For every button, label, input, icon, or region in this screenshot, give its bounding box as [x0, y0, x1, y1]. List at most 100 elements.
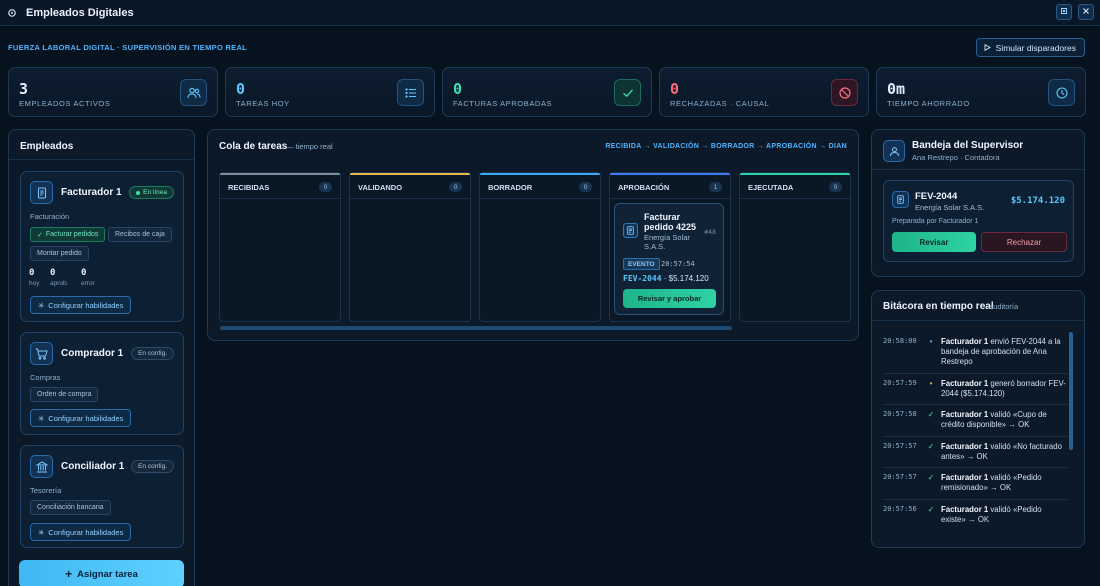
assign-task-button[interactable]: + Asignar tarea [19, 560, 184, 586]
skill-chip-facturar-pedidos[interactable]: ✓ Facturar pedidos [30, 227, 106, 242]
column-count: 0 [449, 182, 462, 192]
users-icon [180, 79, 207, 106]
task-number: #48 [704, 228, 716, 236]
close-button[interactable] [1078, 4, 1094, 20]
configure-skills-button[interactable]: ✳ Configurar habilidades [30, 523, 132, 541]
skill-chip-orden-de-compra[interactable]: Orden de compra [30, 387, 99, 402]
employee-department: Compras [30, 373, 61, 382]
column-color-bar [220, 173, 340, 175]
divider [350, 198, 470, 199]
stat-value: 0m [887, 80, 906, 98]
log-time: 20:57:59 [883, 379, 917, 387]
counter-label: error [81, 280, 95, 287]
log-entry: 20:57:59 • Facturador 1 generó borrador … [883, 379, 1068, 405]
task-queue-title: Cola de tareas [219, 141, 288, 152]
log-time: 20:58:00 [883, 337, 917, 345]
employee-department: Tesorería [30, 486, 62, 495]
employee-name: Facturador 1 [61, 187, 122, 198]
divider [883, 373, 1068, 374]
audit-log-subtitle: auditoría [989, 302, 1019, 311]
stat-label: RECHAZADAS · CAUSAL [670, 99, 770, 108]
skill-chip-conciliacion-bancaria[interactable]: Conciliación bancaria [30, 500, 111, 515]
maximize-button[interactable] [1056, 4, 1072, 20]
log-actor: Facturador 1 [941, 442, 989, 451]
configure-skills-label: Configurar habilidades [48, 413, 124, 423]
employee-card-facturador[interactable]: Facturador 1 En línea Facturación ✓ Factu… [20, 171, 184, 322]
divider [872, 320, 1084, 321]
task-queue-subtitle: — tiempo real [286, 142, 333, 151]
task-time: 20:57:54 [661, 260, 695, 268]
counter-value: 0 [29, 268, 35, 278]
dot-icon: • [929, 337, 933, 346]
column-ejecutada: EJECUTADA 0 [739, 172, 851, 322]
employee-card-comprador[interactable]: Comprador 1 En config. Compras Orden de … [20, 332, 184, 435]
audit-log-title: Bitácora en tiempo real [883, 301, 994, 312]
ban-icon [831, 79, 858, 106]
divider [883, 404, 1068, 405]
vertical-scrollbar[interactable] [1069, 332, 1073, 450]
stat-value: 0 [670, 80, 680, 98]
counter-label: hoy [29, 280, 40, 287]
log-text: Facturador 1 generó borrador FEV-2044 ($… [941, 379, 1067, 399]
employees-panel: Empleados Facturador 1 En línea Facturac… [8, 129, 195, 586]
review-button[interactable]: Revisar [892, 232, 976, 252]
check-icon: ✓ [927, 442, 935, 451]
window-icon [1060, 6, 1068, 18]
divider [9, 159, 194, 160]
log-actor: Facturador 1 [941, 337, 989, 346]
page-subtitle: FUERZA LABORAL DIGITAL · SUPERVISIÓN EN … [8, 43, 248, 52]
employee-name: Conciliador 1 [61, 461, 125, 472]
status-badge: En línea [129, 186, 174, 199]
task-invoice-number: FEV-2044 [623, 274, 662, 283]
counter-label: aprob. [50, 280, 69, 287]
skill-label: Orden de compra [37, 391, 92, 398]
divider [480, 198, 600, 199]
invoice-icon [30, 181, 53, 204]
column-title: BORRADOR [488, 183, 533, 192]
simulate-triggers-button[interactable]: Simular disparadores [975, 38, 1085, 57]
review-approve-button[interactable]: Revisar y aprobar [623, 289, 716, 308]
divider [872, 169, 1084, 170]
task-client: Energía Solar S.A.S. [644, 233, 690, 251]
approval-amount: $5.174.120 [1010, 196, 1065, 206]
stat-label: FACTURAS APROBADAS [453, 99, 553, 108]
log-entry: 20:57:58 ✓ Facturador 1 validó «Cupo de … [883, 410, 1068, 436]
log-time: 20:57:57 [883, 473, 917, 481]
clock-icon [1048, 79, 1075, 106]
column-color-bar [350, 173, 470, 175]
close-icon [1082, 6, 1090, 18]
task-card[interactable]: Facturar pedido 4225 Energía Solar S.A.S… [614, 203, 724, 315]
reject-button[interactable]: Rechazar [981, 232, 1067, 252]
configure-skills-button[interactable]: ✳ Configurar habilidades [30, 296, 132, 314]
configure-skills-button[interactable]: ✳ Configurar habilidades [30, 409, 132, 427]
simulate-triggers-label: Simular disparadores [995, 42, 1076, 53]
invoice-icon [892, 191, 909, 208]
approval-item-card[interactable]: FEV-2044 Energía Solar S.A.S. $5.174.120… [883, 180, 1074, 262]
check-icon: ✓ [927, 473, 935, 482]
status-text: En config. [138, 463, 167, 470]
divider [610, 198, 730, 199]
log-entry: 20:57:57 ✓ Facturador 1 validó «No factu… [883, 442, 1068, 468]
stat-card-tasks-today: 0 TAREAS HOY [225, 67, 435, 117]
approval-client: Energía Solar S.A.S. [915, 203, 985, 212]
column-count: 0 [579, 182, 592, 192]
column-validando: VALIDANDO 0 [349, 172, 471, 322]
status-text: En línea [143, 189, 167, 196]
employee-name: Comprador 1 [61, 348, 124, 359]
log-text: Facturador 1 validó «Pedido existe» → OK [941, 505, 1067, 525]
configure-skills-label: Configurar habilidades [48, 527, 124, 537]
stat-card-active-employees: 3 EMPLEADOS ACTIVOS [8, 67, 218, 117]
title-bar: Empleados Digitales [0, 0, 1100, 26]
horizontal-scrollbar[interactable] [220, 326, 732, 330]
stat-value: 0 [236, 80, 246, 98]
skill-label: Facturar pedidos [45, 231, 99, 238]
skill-chip-recibos-de-caja[interactable]: Recibos de caja [108, 227, 172, 242]
stat-label: TAREAS HOY [236, 99, 290, 108]
log-text: Facturador 1 validó «No facturado antes»… [941, 442, 1067, 462]
skill-chip-montar-pedido[interactable]: Montar pedido [30, 246, 89, 261]
employee-card-conciliador[interactable]: Conciliador 1 En config. Tesorería Conci… [20, 445, 184, 548]
divider [740, 198, 850, 199]
column-color-bar [480, 173, 600, 175]
column-count: 0 [319, 182, 332, 192]
log-actor: Facturador 1 [941, 473, 989, 482]
